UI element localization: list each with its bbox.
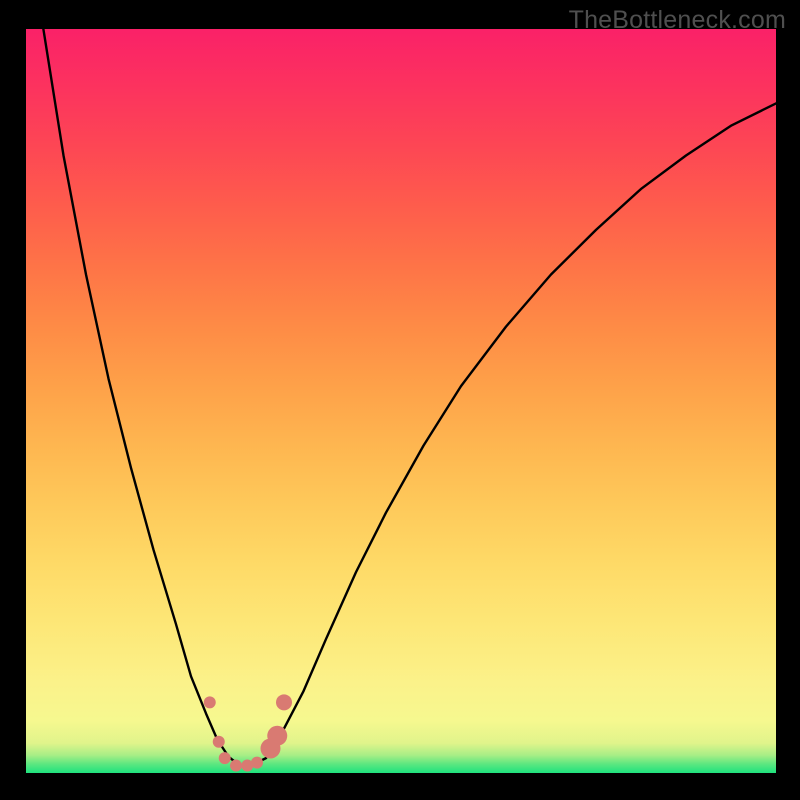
- data-point-marker: [251, 757, 263, 769]
- curve-path: [41, 29, 776, 766]
- data-point-marker: [267, 726, 287, 746]
- data-point-marker: [213, 736, 225, 748]
- plot-area: [26, 29, 776, 773]
- markers-group: [204, 694, 292, 771]
- plot-svg: [26, 29, 776, 773]
- data-point-marker: [276, 694, 292, 710]
- data-point-marker: [204, 696, 216, 708]
- data-point-marker: [230, 760, 242, 772]
- curve-group: [41, 29, 776, 766]
- data-point-marker: [219, 752, 231, 764]
- chart-container: TheBottleneck.com: [0, 0, 800, 800]
- watermark-text: TheBottleneck.com: [569, 6, 786, 35]
